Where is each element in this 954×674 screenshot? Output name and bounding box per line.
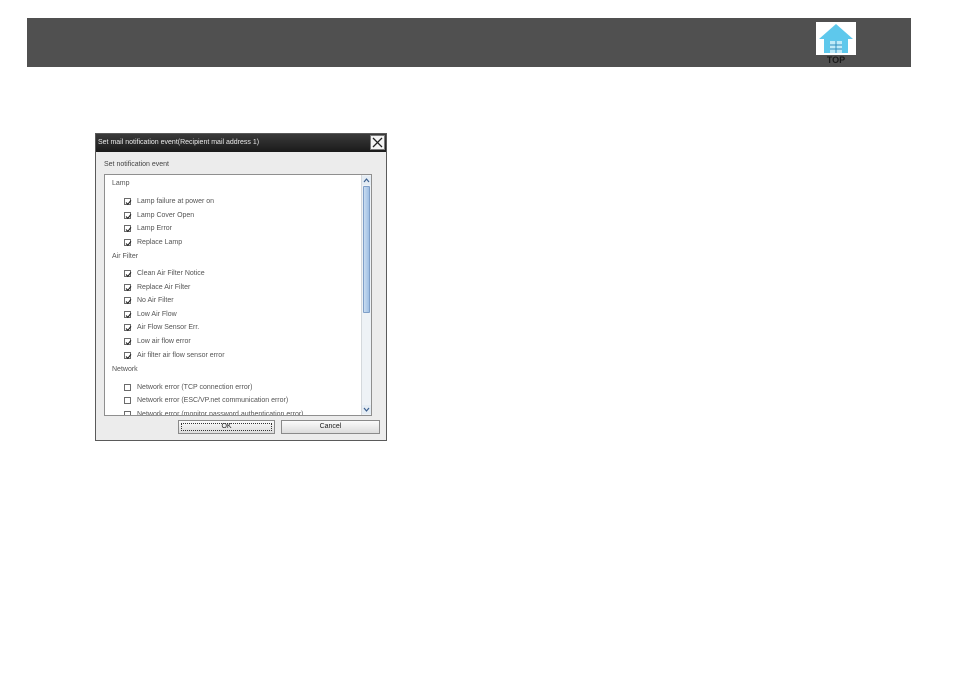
event-label: Low air flow error <box>137 338 191 345</box>
checkmark-icon <box>125 313 132 319</box>
page-header-bar <box>27 18 911 67</box>
category-label: Air Filter <box>112 253 139 260</box>
cancel-button[interactable]: Cancel <box>281 420 380 434</box>
checkmark-icon <box>125 214 132 220</box>
top-label: TOP <box>826 55 846 65</box>
checkmark-icon <box>125 241 132 247</box>
event-label: No Air Filter <box>137 297 174 304</box>
checkmark-icon <box>125 326 132 332</box>
scroll-up-button[interactable] <box>362 176 371 185</box>
scroll-thumb[interactable] <box>363 186 370 313</box>
event-checkbox[interactable] <box>124 284 132 292</box>
event-label: Network error (monitor password authenti… <box>137 411 304 416</box>
event-checkbox[interactable] <box>124 212 132 220</box>
focus-outline <box>181 423 272 431</box>
checkmark-icon <box>125 354 132 360</box>
event-checkbox[interactable] <box>124 352 132 360</box>
event-label: Replace Lamp <box>137 239 183 246</box>
event-checkbox[interactable] <box>124 225 132 233</box>
event-label: Network error (TCP connection error) <box>137 384 253 391</box>
event-label: Lamp Cover Open <box>137 212 195 219</box>
chevron-down-icon <box>363 407 370 412</box>
ok-button[interactable]: OK <box>178 420 275 434</box>
cancel-label: Cancel <box>319 423 342 430</box>
event-checkbox[interactable] <box>124 239 132 247</box>
event-checkbox[interactable] <box>124 270 132 278</box>
event-label: Low Air Flow <box>137 311 177 318</box>
dialog-title: Set mail notification event(Recipient ma… <box>98 139 260 146</box>
scroll-down-button[interactable] <box>362 405 371 414</box>
close-button[interactable] <box>370 135 385 150</box>
event-checkbox[interactable] <box>124 411 131 415</box>
category-label: Network <box>112 366 138 373</box>
checkmark-icon <box>125 272 132 278</box>
event-label: Air Flow Sensor Err. <box>137 324 200 331</box>
category-label: Lamp <box>112 180 130 187</box>
section-caption: Set notification event <box>104 161 169 168</box>
top-button[interactable]: TOP <box>816 22 856 66</box>
event-checkbox[interactable] <box>124 397 131 404</box>
dialog-titlebar: Set mail notification event(Recipient ma… <box>96 134 386 152</box>
event-label: Network error (ESC/VP.net communication … <box>137 397 289 404</box>
checkmark-icon <box>125 299 132 305</box>
event-checkbox[interactable] <box>124 198 132 206</box>
event-label: Lamp Error <box>137 225 173 232</box>
checkmark-icon <box>125 227 132 233</box>
event-checkbox[interactable] <box>124 338 132 346</box>
chevron-up-icon <box>363 178 370 183</box>
checkmark-icon <box>125 200 132 206</box>
close-icon <box>372 137 383 148</box>
vertical-scrollbar[interactable] <box>361 175 371 415</box>
event-checkbox[interactable] <box>124 297 132 305</box>
checkmark-icon <box>125 340 132 346</box>
event-label: Air filter air flow sensor error <box>137 352 225 359</box>
event-label: Clean Air Filter Notice <box>137 270 205 277</box>
event-checkbox[interactable] <box>124 384 131 391</box>
event-checkbox[interactable] <box>124 324 132 332</box>
checkmark-icon <box>125 286 132 292</box>
event-checkbox[interactable] <box>124 311 132 319</box>
event-label: Replace Air Filter <box>137 284 191 291</box>
mail-notification-dialog: Set mail notification event(Recipient ma… <box>95 133 387 441</box>
event-label: Lamp failure at power on <box>137 198 215 205</box>
event-list[interactable]: Lamp Lamp failure at power on Lamp Cover O… <box>104 174 372 416</box>
